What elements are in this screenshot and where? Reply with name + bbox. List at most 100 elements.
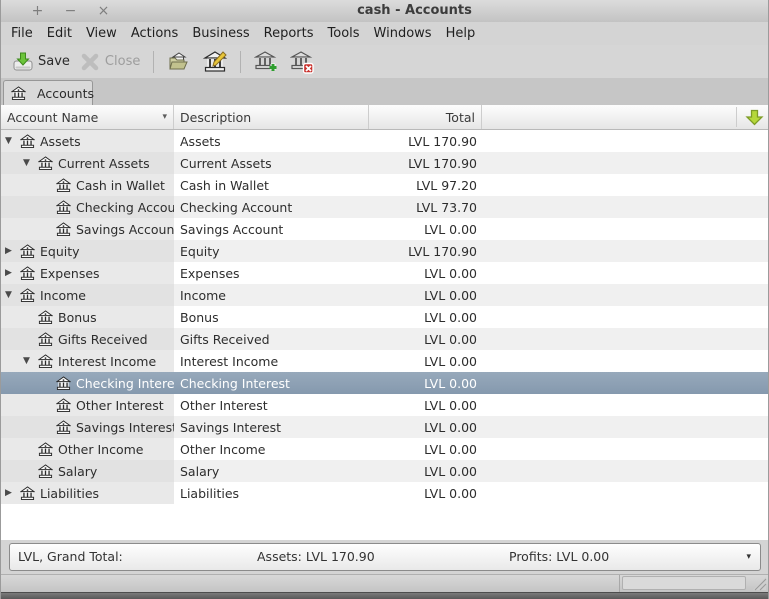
account-name-cell: ▼ Income	[1, 284, 174, 306]
tree-expander-icon[interactable]: ▼	[5, 290, 20, 300]
account-row[interactable]: Gifts Received Gifts Received LVL 0.00	[1, 328, 768, 350]
account-name-cell: Savings Interest	[1, 416, 174, 438]
account-total-cell: LVL 0.00	[369, 416, 482, 438]
account-name-cell: ▼ Assets	[1, 130, 174, 152]
account-total-cell: LVL 0.00	[369, 218, 482, 240]
account-row[interactable]: Other Income Other Income LVL 0.00	[1, 438, 768, 460]
menu-help[interactable]: Help	[439, 23, 483, 44]
bank-icon	[38, 156, 54, 171]
account-row[interactable]: Cash in Wallet Cash in Wallet LVL 97.20	[1, 174, 768, 196]
account-total-cell: LVL 0.00	[369, 394, 482, 416]
tab-bar: Accounts	[1, 78, 768, 105]
accounts-tree: Account Name ▾ Description Total ▼	[1, 105, 768, 540]
row-filler	[482, 174, 768, 196]
account-total-cell: LVL 97.20	[369, 174, 482, 196]
menu-reports[interactable]: Reports	[257, 23, 321, 44]
row-filler	[482, 372, 768, 394]
account-name-cell: Bonus	[1, 306, 174, 328]
account-name-cell: Checking Interest	[1, 372, 174, 394]
account-row[interactable]: Checking Account Checking Account LVL 73…	[1, 196, 768, 218]
header-account-name[interactable]: Account Name ▾	[1, 105, 174, 129]
new-account-button[interactable]	[250, 48, 282, 76]
account-row[interactable]: ▼ Assets Assets LVL 170.90	[1, 130, 768, 152]
tree-empty-area[interactable]	[1, 504, 768, 540]
account-total-cell: LVL 170.90	[369, 152, 482, 174]
row-filler	[482, 306, 768, 328]
bank-icon	[20, 244, 36, 259]
delete-account-button[interactable]	[286, 48, 318, 76]
account-name-cell: ▼ Interest Income	[1, 350, 174, 372]
grand-total-label: LVL, Grand Total:	[18, 544, 123, 570]
green-down-arrow-icon	[745, 109, 764, 126]
gnucash-accounts-window: + − × cash - Accounts File Edit View Act…	[0, 0, 769, 599]
tree-expander-icon[interactable]: ▼	[5, 136, 20, 146]
account-description-cell: Interest Income	[174, 350, 369, 372]
open-account-button[interactable]	[163, 48, 195, 76]
row-filler	[482, 218, 768, 240]
menu-tools[interactable]: Tools	[321, 23, 367, 44]
resize-grip[interactable]	[752, 576, 767, 591]
bank-icon	[20, 134, 36, 149]
account-total-cell: LVL 0.00	[369, 284, 482, 306]
account-description-cell: Expenses	[174, 262, 369, 284]
tree-expander-icon[interactable]: ▼	[23, 356, 38, 366]
tree-expander-icon[interactable]: ▶	[5, 268, 20, 278]
bank-icon	[38, 354, 54, 369]
tree-expander-icon[interactable]: ▶	[5, 246, 20, 256]
tree-expander-icon[interactable]: ▼	[23, 158, 38, 168]
save-button-label: Save	[38, 54, 70, 69]
menu-edit[interactable]: Edit	[40, 23, 79, 44]
header-total[interactable]: Total	[369, 105, 482, 129]
account-row[interactable]: Checking Interest Checking Interest LVL …	[1, 372, 768, 394]
progress-bar	[622, 576, 746, 590]
account-description-cell: Gifts Received	[174, 328, 369, 350]
account-name-cell: Salary	[1, 460, 174, 482]
account-row[interactable]: Bonus Bonus LVL 0.00	[1, 306, 768, 328]
bottom-panel: LVL, Grand Total: Assets: LVL 170.90 Pro…	[1, 540, 768, 574]
title-bar[interactable]: + − × cash - Accounts	[1, 0, 768, 23]
account-name-label: Assets	[40, 134, 81, 149]
account-row[interactable]: ▼ Current Assets Current Assets LVL 170.…	[1, 152, 768, 174]
account-row[interactable]: ▼ Income Income LVL 0.00	[1, 284, 768, 306]
row-filler	[482, 152, 768, 174]
account-row[interactable]: ▶ Liabilities Liabilities LVL 0.00	[1, 482, 768, 504]
account-row[interactable]: ▶ Expenses Expenses LVL 0.00	[1, 262, 768, 284]
account-name-label: Equity	[40, 244, 80, 259]
account-total-cell: LVL 0.00	[369, 262, 482, 284]
menu-view[interactable]: View	[79, 23, 124, 44]
column-options-button[interactable]	[742, 107, 766, 127]
account-row[interactable]: ▶ Equity Equity LVL 170.90	[1, 240, 768, 262]
table-header: Account Name ▾ Description Total	[1, 105, 768, 130]
summary-bar[interactable]: LVL, Grand Total: Assets: LVL 170.90 Pro…	[9, 543, 761, 571]
summary-dropdown-icon[interactable]: ▾	[746, 544, 751, 570]
account-row[interactable]: Savings Account Savings Account LVL 0.00	[1, 218, 768, 240]
close-button[interactable]: Close	[76, 48, 146, 76]
account-total-cell: LVL 170.90	[369, 240, 482, 262]
account-name-cell: Savings Account	[1, 218, 174, 240]
header-description[interactable]: Description	[174, 105, 369, 129]
menu-file[interactable]: File	[4, 23, 40, 44]
account-description-cell: Assets	[174, 130, 369, 152]
account-total-cell: LVL 0.00	[369, 438, 482, 460]
row-filler	[482, 350, 768, 372]
menu-actions[interactable]: Actions	[124, 23, 186, 44]
account-name-label: Other Income	[58, 442, 143, 457]
save-button[interactable]: Save	[9, 48, 76, 76]
sort-indicator-icon: ▾	[162, 112, 167, 122]
desktop-panel-edge	[1, 592, 768, 599]
account-description-cell: Salary	[174, 460, 369, 482]
account-description-cell: Checking Account	[174, 196, 369, 218]
edit-account-button[interactable]	[199, 48, 231, 76]
tab-accounts[interactable]: Accounts	[3, 80, 93, 105]
account-row[interactable]: Savings Interest Savings Interest LVL 0.…	[1, 416, 768, 438]
account-row[interactable]: ▼ Interest Income Interest Income LVL 0.…	[1, 350, 768, 372]
menu-business[interactable]: Business	[185, 23, 256, 44]
account-total-cell: LVL 170.90	[369, 130, 482, 152]
menu-windows[interactable]: Windows	[367, 23, 439, 44]
account-row[interactable]: Other Interest Other Interest LVL 0.00	[1, 394, 768, 416]
edit-account-icon	[203, 50, 227, 74]
toolbar-separator	[240, 51, 241, 73]
account-row[interactable]: Salary Salary LVL 0.00	[1, 460, 768, 482]
tree-expander-icon[interactable]: ▶	[5, 488, 20, 498]
summary-assets: Assets: LVL 170.90	[257, 544, 375, 570]
